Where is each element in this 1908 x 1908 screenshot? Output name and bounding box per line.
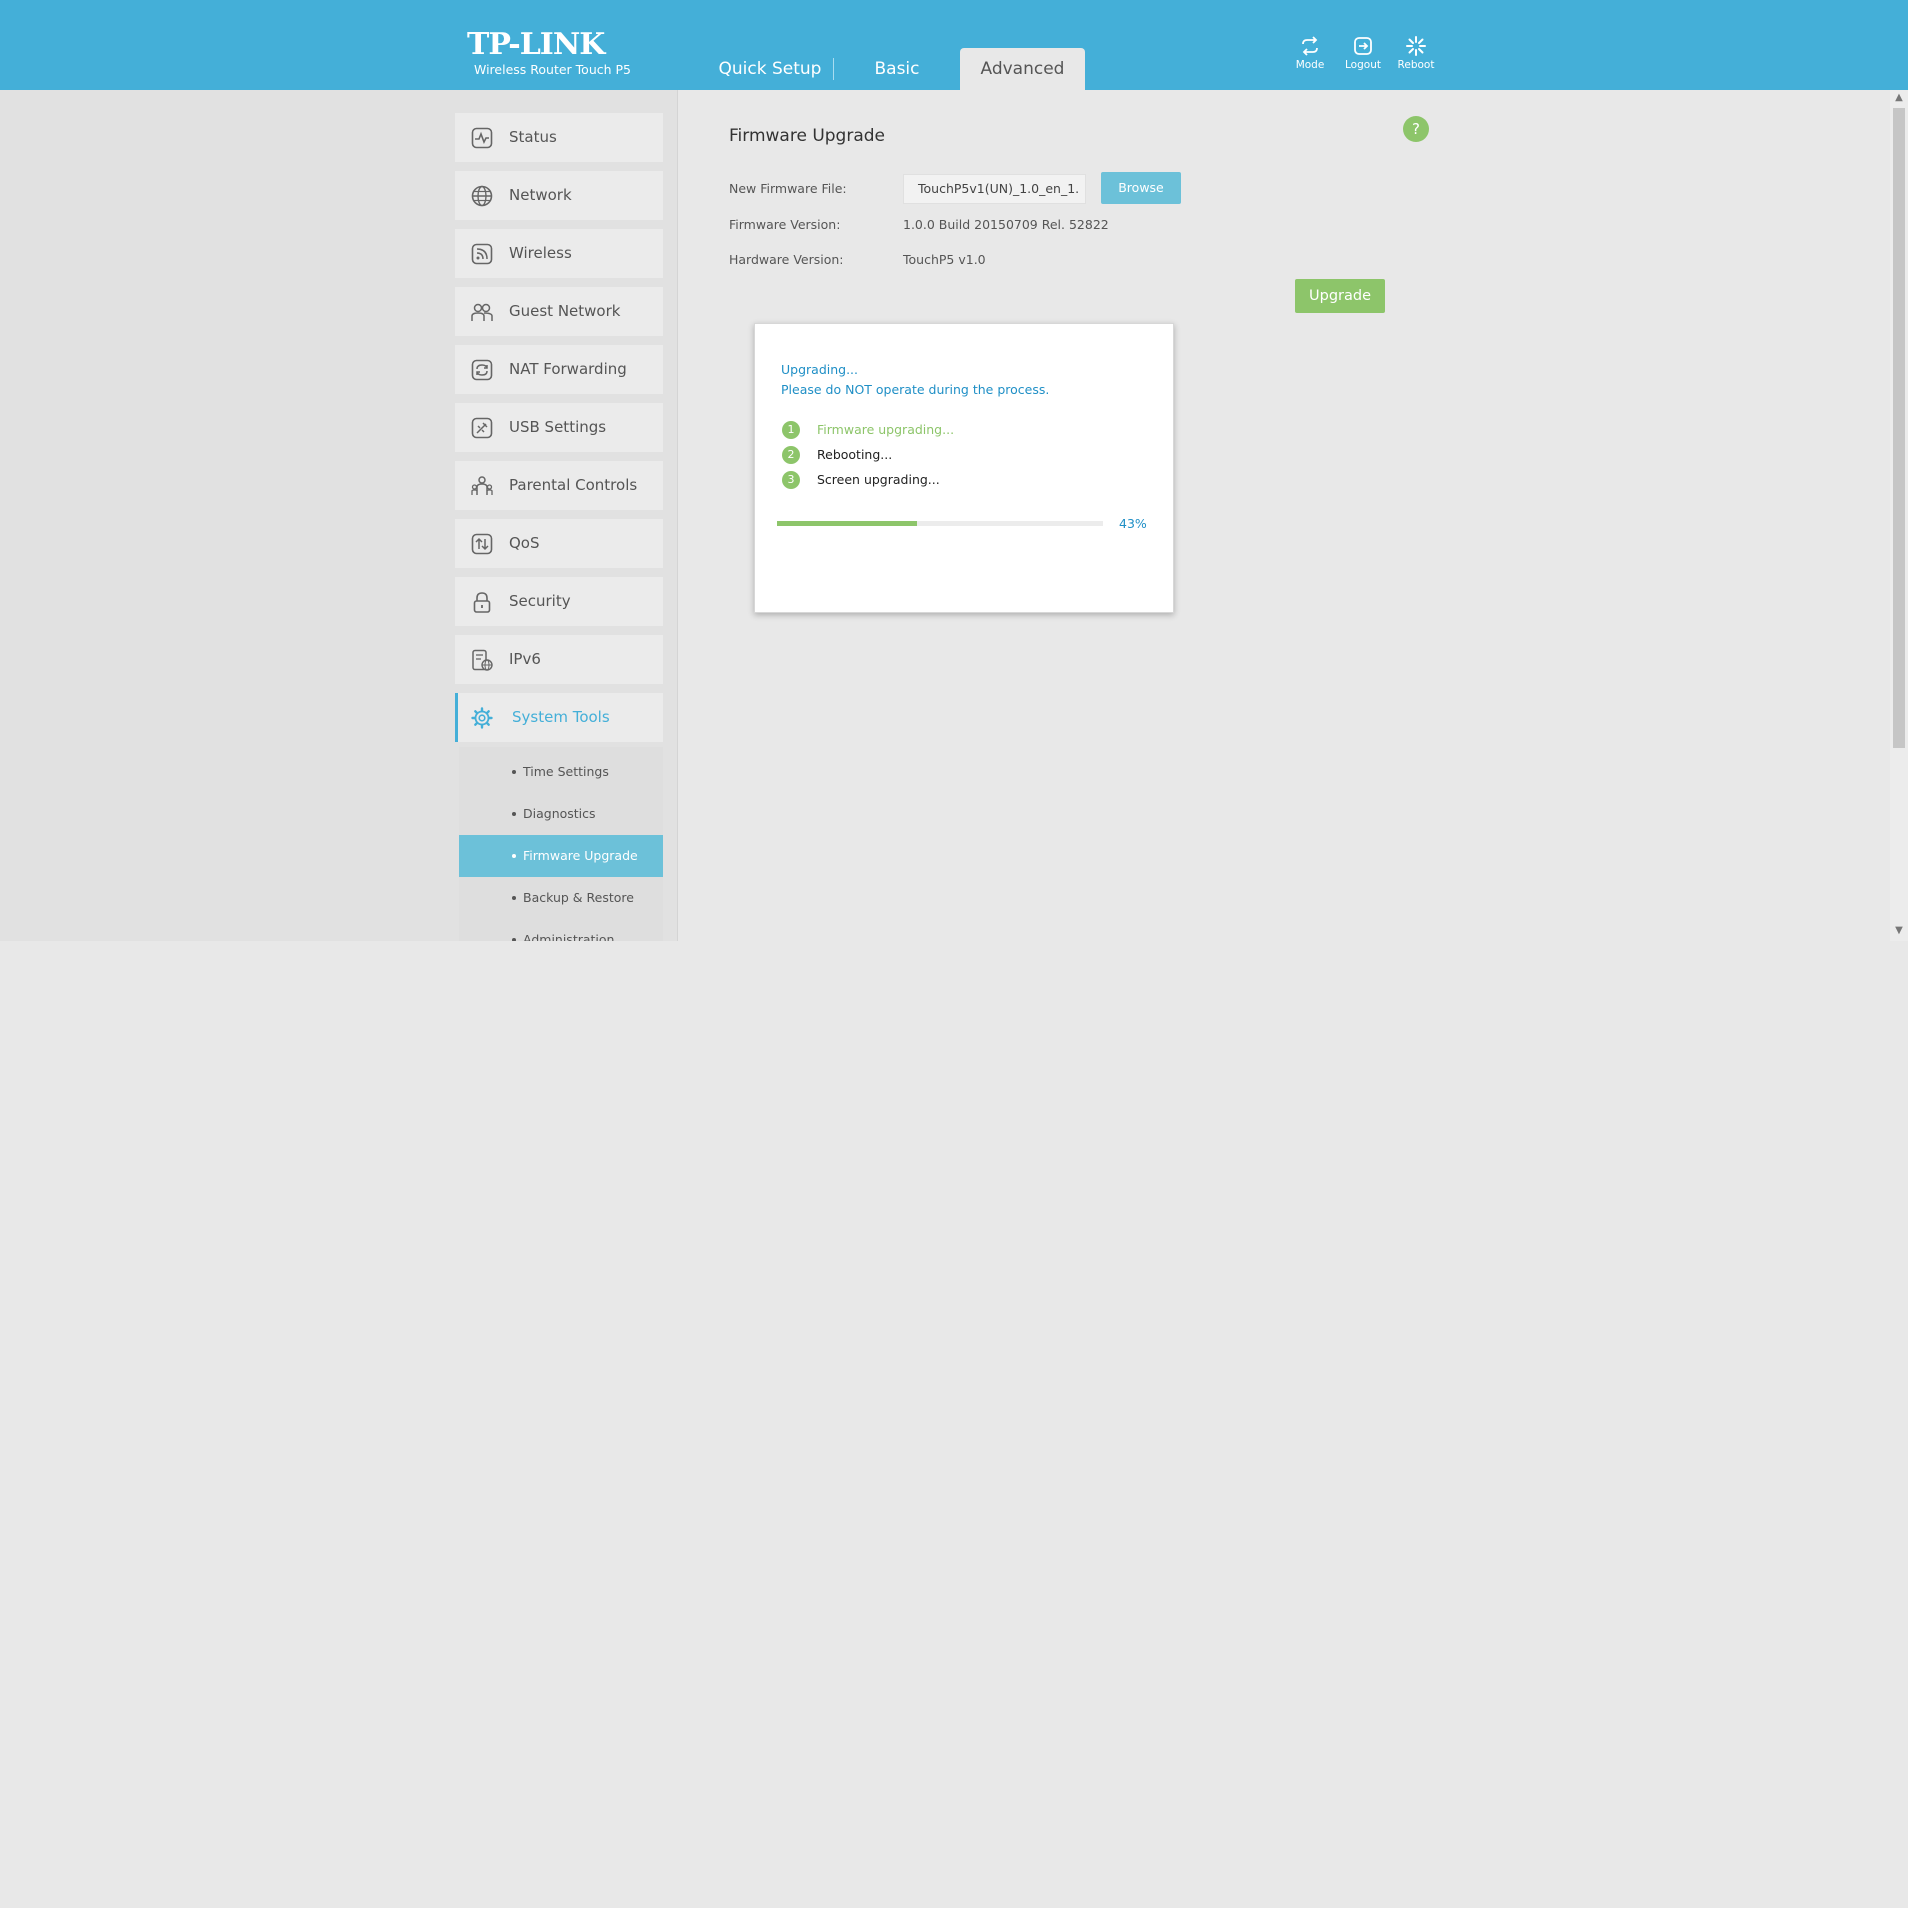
family-icon bbox=[471, 476, 493, 495]
globe-icon bbox=[471, 185, 493, 207]
step-number: 3 bbox=[782, 471, 800, 489]
submenu-item-firmware-upgrade[interactable]: Firmware Upgrade bbox=[459, 835, 663, 877]
sidebar-item-label: IPv6 bbox=[509, 650, 541, 668]
scroll-thumb[interactable] bbox=[1893, 108, 1905, 748]
do-not-operate-warning: Please do NOT operate during the process… bbox=[781, 382, 1050, 397]
submenu-item-label: Backup & Restore bbox=[523, 890, 634, 905]
progress-bar-fill bbox=[777, 521, 918, 526]
sidebar-item-label: Security bbox=[509, 592, 571, 610]
sidebar-item-label: NAT Forwarding bbox=[509, 360, 627, 378]
progress-bar bbox=[777, 521, 1103, 526]
sidebar-item-status[interactable]: Status bbox=[455, 113, 663, 162]
usb-icon bbox=[471, 417, 493, 439]
sidebar-item-wireless[interactable]: Wireless bbox=[455, 229, 663, 278]
submenu-item-label: Diagnostics bbox=[523, 806, 596, 821]
sidebar-item-label: System Tools bbox=[512, 708, 610, 726]
logout-icon bbox=[1354, 37, 1372, 55]
logout-label: Logout bbox=[1345, 59, 1381, 71]
submenu-item-diagnostics[interactable]: Diagnostics bbox=[459, 793, 663, 835]
ipv6-icon bbox=[472, 649, 493, 671]
router-admin-app: TP-LINK Wireless Router Touch P5 Quick S… bbox=[0, 0, 1908, 941]
lock-icon bbox=[473, 592, 491, 613]
sidebar-item-usb-settings[interactable]: USB Settings bbox=[455, 403, 663, 452]
page-title: Firmware Upgrade bbox=[729, 126, 885, 146]
qos-icon bbox=[471, 533, 493, 555]
hardware-version-label: Hardware Version: bbox=[729, 252, 844, 267]
mode-icon bbox=[1302, 36, 1318, 56]
sidebar-item-guest-network[interactable]: Guest Network bbox=[455, 287, 663, 336]
tp-link-logo: TP-LINK bbox=[467, 27, 605, 62]
submenu-item-backup-restore[interactable]: Backup & Restore bbox=[459, 877, 663, 919]
sidebar-item-network[interactable]: Network bbox=[455, 171, 663, 220]
bullet-icon bbox=[512, 896, 516, 900]
sidebar-item-label: Parental Controls bbox=[509, 476, 638, 494]
sidebar-item-system-tools[interactable]: System Tools bbox=[455, 693, 663, 742]
submenu-item-label: Administration bbox=[523, 932, 615, 941]
reboot-icon bbox=[1406, 36, 1426, 56]
sidebar-item-label: Status bbox=[509, 128, 557, 146]
hardware-version-value: TouchP5 v1.0 bbox=[903, 252, 986, 267]
submenu-item-time-settings[interactable]: Time Settings bbox=[459, 751, 663, 793]
upgrade-button[interactable]: Upgrade bbox=[1295, 279, 1385, 313]
sidebar-item-qos[interactable]: QoS bbox=[455, 519, 663, 568]
firmware-version-value: 1.0.0 Build 20150709 Rel. 52822 bbox=[903, 217, 1109, 232]
sidebar-item-label: Network bbox=[509, 186, 572, 204]
upgrade-progress-dialog: Upgrading... Please do NOT operate durin… bbox=[754, 323, 1174, 613]
sidebar-item-parental-controls[interactable]: Parental Controls bbox=[455, 461, 663, 510]
tab-quick-setup[interactable]: Quick Setup bbox=[707, 48, 833, 90]
sidebar-item-label: Guest Network bbox=[509, 302, 621, 320]
submenu-item-label: Time Settings bbox=[523, 764, 609, 779]
firmware-version-label: Firmware Version: bbox=[729, 217, 841, 232]
reboot-label: Reboot bbox=[1397, 59, 1435, 71]
submenu-item-administration[interactable]: Administration bbox=[459, 919, 663, 941]
step-number: 1 bbox=[782, 421, 800, 439]
bullet-icon bbox=[512, 854, 516, 858]
submenu-item-label: Firmware Upgrade bbox=[523, 848, 638, 863]
bullet-icon bbox=[512, 770, 516, 774]
sidebar-border bbox=[677, 90, 678, 941]
scroll-down-icon[interactable]: ▼ bbox=[1890, 923, 1908, 939]
sidebar-item-security[interactable]: Security bbox=[455, 577, 663, 626]
browse-button[interactable]: Browse bbox=[1101, 172, 1181, 204]
sidebar-item-ipv6[interactable]: IPv6 bbox=[455, 635, 663, 684]
guest-users-icon bbox=[471, 303, 493, 321]
sidebar-item-label: USB Settings bbox=[509, 418, 607, 436]
tab-basic[interactable]: Basic bbox=[853, 48, 941, 90]
sidebar-item-label: QoS bbox=[509, 534, 540, 552]
refresh-icon bbox=[471, 359, 493, 381]
header-bar: TP-LINK Wireless Router Touch P5 Quick S… bbox=[0, 0, 1908, 90]
tab-divider bbox=[833, 58, 834, 80]
bullet-icon bbox=[512, 812, 516, 816]
step-label: Screen upgrading... bbox=[817, 472, 940, 487]
gear-icon bbox=[471, 707, 493, 729]
step-label: Firmware upgrading... bbox=[817, 422, 955, 437]
sidebar-item-nat-forwarding[interactable]: NAT Forwarding bbox=[455, 345, 663, 394]
sidebar-item-label: Wireless bbox=[509, 244, 572, 262]
status-icon bbox=[471, 127, 493, 149]
reboot-button[interactable]: Reboot bbox=[1389, 36, 1443, 71]
wifi-icon bbox=[471, 243, 493, 265]
scroll-up-icon[interactable]: ▲ bbox=[1890, 90, 1908, 106]
vertical-scrollbar[interactable]: ▲ ▼ bbox=[1890, 90, 1908, 941]
tab-advanced[interactable]: Advanced bbox=[960, 48, 1085, 90]
logout-button[interactable]: Logout bbox=[1336, 36, 1390, 71]
step-number: 2 bbox=[782, 446, 800, 464]
step-label: Rebooting... bbox=[817, 447, 893, 462]
new-firmware-label: New Firmware File: bbox=[729, 181, 847, 196]
upgrading-status-text: Upgrading... bbox=[781, 362, 859, 377]
mode-button[interactable]: Mode bbox=[1283, 36, 1337, 71]
progress-percent: 43% bbox=[1119, 516, 1147, 531]
device-subtitle: Wireless Router Touch P5 bbox=[474, 62, 632, 77]
mode-label: Mode bbox=[1295, 59, 1325, 71]
help-icon[interactable]: ? bbox=[1403, 116, 1429, 142]
bullet-icon bbox=[512, 938, 516, 941]
firmware-file-input[interactable]: TouchP5v1(UN)_1.0_en_1. bbox=[903, 174, 1086, 204]
